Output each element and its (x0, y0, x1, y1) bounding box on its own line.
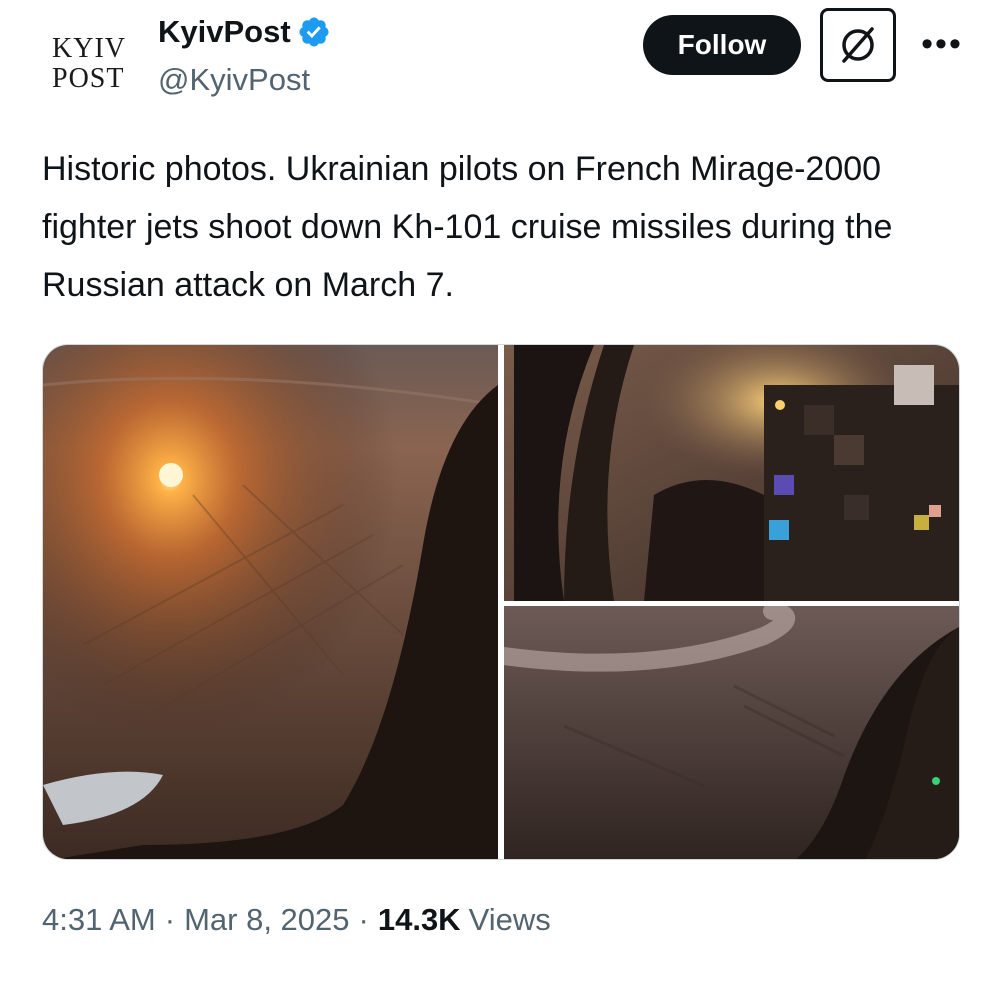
tweet-date[interactable]: Mar 8, 2025 (184, 902, 349, 938)
pixelated-pilot (764, 365, 959, 601)
more-options-button[interactable]: ••• (912, 26, 972, 62)
media-grid (42, 344, 960, 860)
tweet-time[interactable]: 4:31 AM (42, 902, 156, 938)
tweet-text: Historic photos. Ukrainian pilots on Fre… (42, 150, 893, 304)
photo-missile-trail[interactable] (504, 606, 959, 859)
verified-badge-icon (299, 17, 329, 47)
views-count[interactable]: 14.3K (378, 902, 461, 938)
avatar-logo-line1: KYIV (52, 33, 126, 64)
display-name[interactable]: KyivPost (158, 14, 291, 50)
views-label: Views (468, 902, 551, 937)
handle[interactable]: @KyivPost (158, 62, 310, 98)
meta-separator: · (358, 902, 369, 937)
avatar[interactable]: KYIV POST (40, 14, 140, 114)
grok-button[interactable] (820, 8, 896, 82)
follow-button[interactable]: Follow (643, 15, 801, 75)
tweet-header: KYIV POST KyivPost @KyivPost Follow ••• (0, 0, 1000, 110)
avatar-logo-line2: POST (52, 63, 125, 94)
tweet-meta: 4:31 AM · Mar 8, 2025 · 14.3K Views (42, 902, 551, 938)
meta-separator: · (164, 902, 176, 937)
name-row: KyivPost (158, 14, 331, 50)
photo-cockpit-pilot[interactable] (504, 345, 959, 601)
photo-cockpit-fireball[interactable] (43, 345, 498, 859)
grok-icon (842, 27, 874, 63)
